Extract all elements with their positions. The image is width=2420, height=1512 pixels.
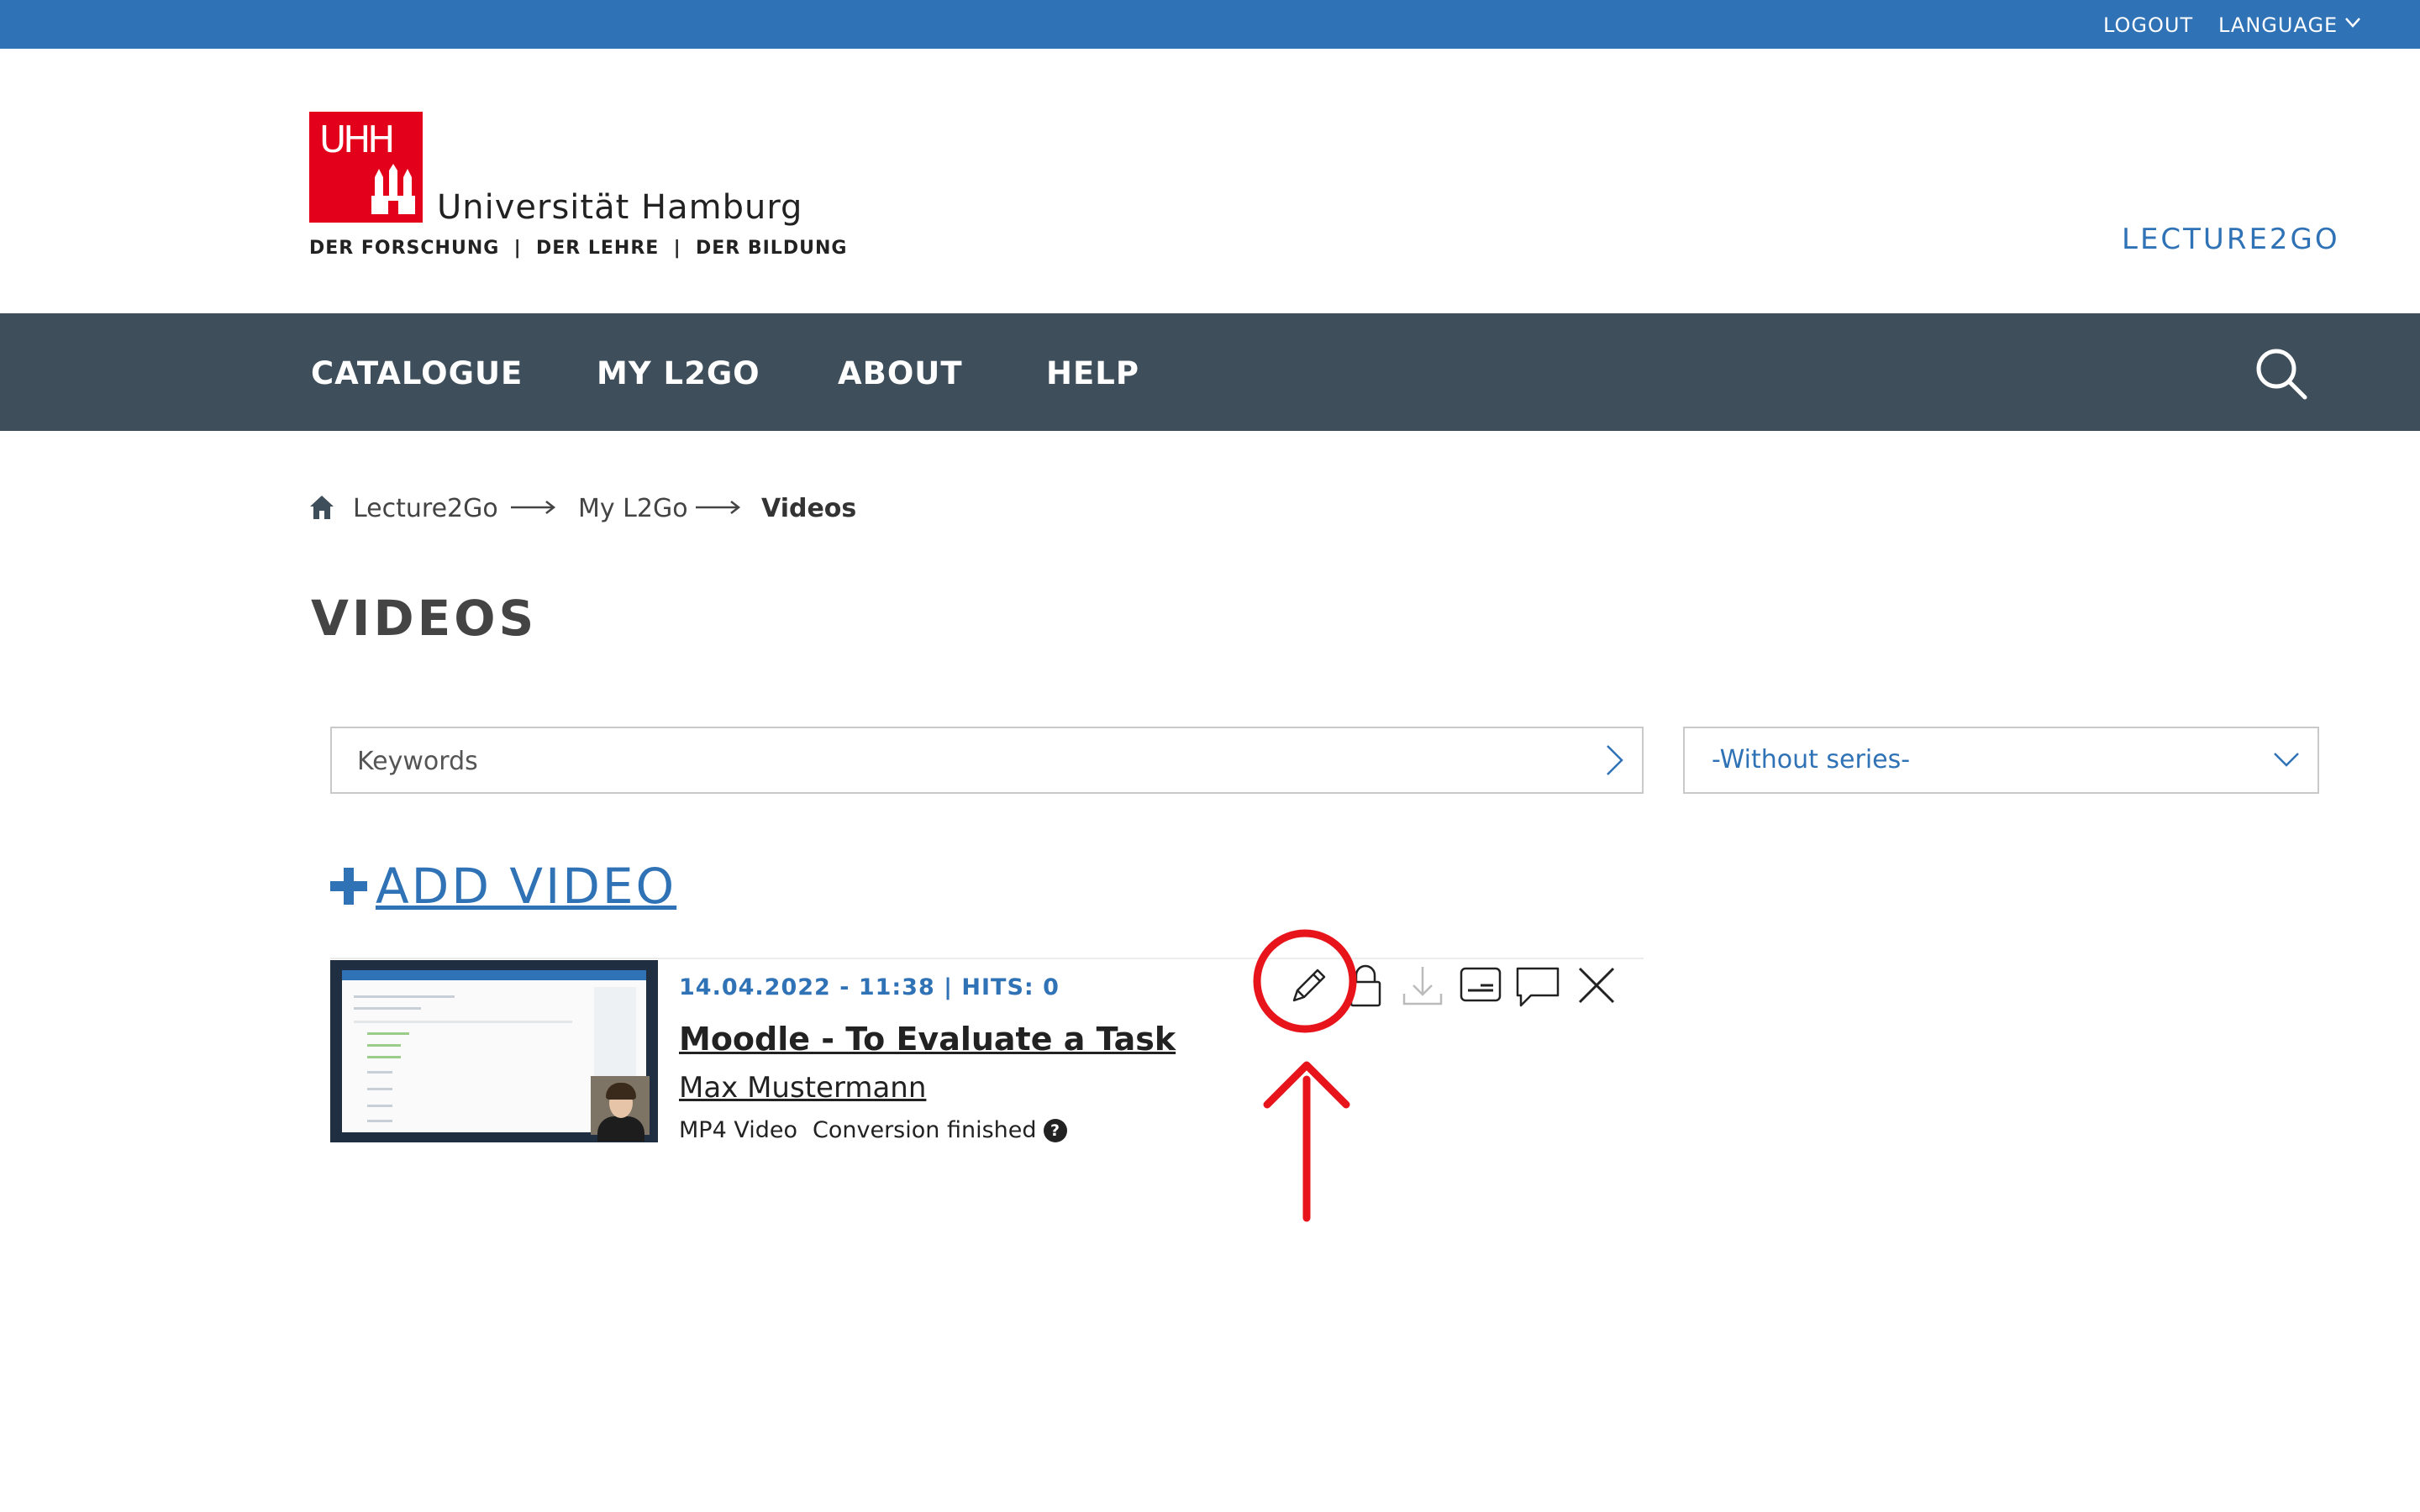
thumbnail-line	[367, 1032, 409, 1035]
webcam-overlay	[591, 1076, 650, 1142]
subtitles-icon[interactable]	[1457, 962, 1504, 1009]
language-menu[interactable]: LANGUAGE	[2218, 13, 2338, 37]
video-format: MP4 Video	[679, 1117, 797, 1143]
thumbnail-line	[367, 1088, 392, 1090]
thumbnail-line	[354, 1007, 421, 1010]
breadcrumb-videos: Videos	[761, 494, 857, 523]
thumbnail-bar	[342, 970, 646, 980]
nav-item-about[interactable]: ABOUT	[838, 355, 963, 391]
help-icon[interactable]: ?	[1043, 1118, 1067, 1142]
thumbnail-line	[367, 1071, 392, 1074]
series-select-value: -Without series-	[1712, 745, 1911, 774]
video-title-link[interactable]: Moodle - To Evaluate a Task	[679, 1021, 1176, 1058]
edit-icon[interactable]	[1286, 962, 1333, 1009]
download-icon[interactable]	[1399, 962, 1446, 1009]
breadcrumb-my-l2go[interactable]: My L2Go	[578, 494, 688, 523]
search-icon[interactable]	[2254, 347, 2308, 401]
thumbnail-line	[354, 995, 455, 998]
thumbnail-line	[367, 1105, 392, 1107]
chevron-down-icon	[2274, 753, 2299, 767]
close-icon[interactable]	[1573, 962, 1620, 1009]
nav-item-my-l2go[interactable]: MY L2GO	[597, 355, 760, 391]
thumbnail-line	[354, 1021, 572, 1023]
thumbnail-line	[367, 1120, 392, 1122]
presenter-hair	[606, 1083, 636, 1100]
video-status: Conversion finished	[813, 1117, 1037, 1143]
university-name: Universität Hamburg	[437, 188, 803, 227]
nav-item-help[interactable]: HELP	[1046, 355, 1139, 391]
chevron-right-icon[interactable]	[1603, 743, 1625, 777]
logo-mark: UHH	[319, 118, 395, 161]
comment-icon[interactable]	[1514, 962, 1561, 1009]
arrow-right-icon	[511, 501, 556, 514]
thumbnail-line	[367, 1044, 401, 1047]
arrow-right-icon	[696, 501, 741, 514]
castle-icon	[371, 164, 415, 214]
main-nav: CATALOGUE MY L2GO ABOUT HELP	[0, 313, 2420, 431]
video-meta: 14.04.2022 - 11:38 | HITS: 0	[679, 974, 1060, 1000]
add-video-button[interactable]: ADD VIDEO	[330, 857, 676, 916]
presenter-shirt	[597, 1116, 644, 1142]
chevron-down-icon[interactable]	[2344, 17, 2361, 29]
annotation-arrow-head	[1263, 1061, 1350, 1109]
add-video-label: ADD VIDEO	[376, 858, 677, 915]
top-bar: LOGOUT LANGUAGE	[0, 0, 2420, 49]
logout-link[interactable]: LOGOUT	[2103, 13, 2193, 37]
video-author-link[interactable]: Max Mustermann	[679, 1071, 926, 1105]
video-info: MP4 Video Conversion finished ?	[679, 1117, 1067, 1143]
nav-item-catalogue[interactable]: CATALOGUE	[311, 355, 523, 391]
lock-icon[interactable]	[1344, 962, 1386, 1009]
keywords-input[interactable]	[357, 745, 1517, 777]
page-title: VIDEOS	[311, 590, 538, 647]
home-icon[interactable]	[309, 494, 334, 521]
uhh-logo[interactable]: UHH	[309, 112, 423, 223]
list-divider	[330, 958, 1644, 959]
university-tagline: DER FORSCHUNG | DER LEHRE | DER BILDUNG	[309, 238, 848, 259]
breadcrumb-lecture2go[interactable]: Lecture2Go	[353, 494, 498, 523]
keywords-search	[330, 727, 1644, 794]
series-select[interactable]: -Without series-	[1683, 727, 2319, 794]
brand-name[interactable]: LECTURE2GO	[2122, 223, 2340, 256]
thumbnail-line	[367, 1056, 401, 1058]
video-thumbnail[interactable]	[330, 960, 658, 1142]
plus-icon	[330, 868, 367, 905]
